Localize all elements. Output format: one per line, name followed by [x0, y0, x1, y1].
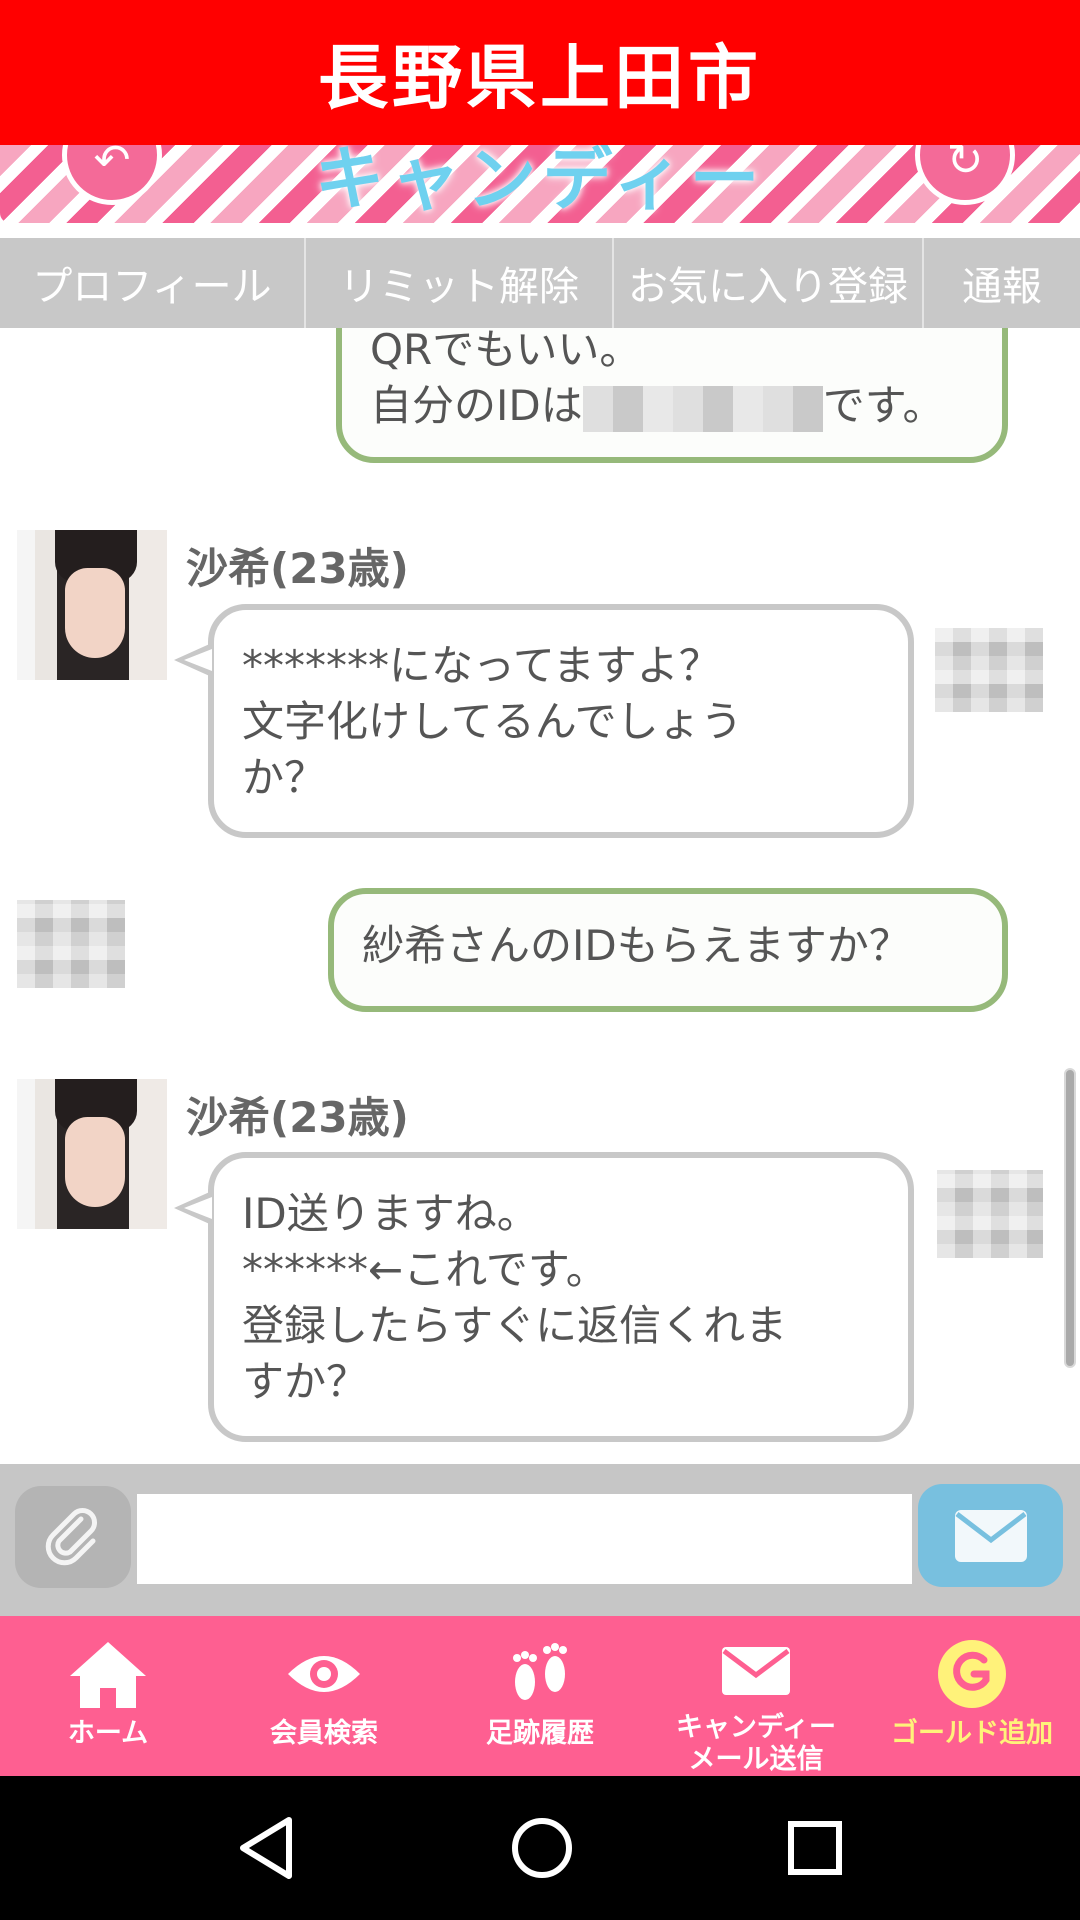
nav-member-search[interactable]: 会員検索 — [216, 1616, 432, 1776]
home-circle-icon[interactable] — [510, 1816, 574, 1880]
recents-square-icon[interactable] — [787, 1820, 843, 1876]
tab-favorite-label: お気に入り登録 — [628, 264, 908, 310]
location-title: 長野県上田市 — [318, 37, 762, 119]
message-line: ******←これです。 — [242, 1245, 608, 1294]
message-line: 登録したらすぐに返信くれま — [242, 1301, 788, 1350]
message-line: *******になってますよ？ — [242, 641, 721, 690]
tab-limit-release-label: リミット解除 — [339, 264, 579, 310]
message-bubble-sent: 紗希さんのIDもらえますか？ — [328, 888, 1008, 1012]
redacted-timestamp-mosaic — [935, 628, 1043, 712]
chat-scrollbar[interactable] — [1064, 1068, 1076, 1368]
redacted-timestamp-mosaic — [937, 1170, 1043, 1258]
system-nav-bar — [0, 1776, 1080, 1920]
message-line: 自分のIDは です。 — [370, 378, 974, 434]
footprints-icon — [513, 1643, 567, 1700]
nav-gold-add-label: ゴールド追加 — [891, 1718, 1053, 1749]
nav-candy-mail-label: キャンディー メール送信 — [675, 1712, 837, 1775]
attach-button[interactable] — [15, 1486, 131, 1588]
location-banner: 長野県上田市 — [0, 0, 1080, 145]
nav-home[interactable]: ホーム — [0, 1616, 216, 1776]
tab-report-label: 通報 — [962, 264, 1042, 310]
reload-icon: ↻ — [946, 145, 984, 186]
tab-favorite[interactable]: お気に入り登録 — [614, 238, 924, 328]
message-line: すか？ — [242, 1357, 369, 1406]
message-input[interactable] — [137, 1494, 912, 1584]
nav-member-search-label: 会員検索 — [270, 1718, 378, 1749]
redacted-id-mosaic — [582, 385, 823, 432]
message-bubble-received: ID送りますね。 ******←これです。 登録したらすぐに返信くれま すか？ — [174, 1152, 914, 1442]
avatar[interactable] — [17, 1079, 167, 1229]
message-input-bar — [0, 1464, 1080, 1616]
tab-profile-label: プロフィール — [32, 264, 272, 310]
chat-area[interactable]: QRでもいい。 自分のIDは です。 沙希(23歳) *******になってますよ… — [0, 328, 1080, 1464]
paperclip-icon — [45, 1508, 97, 1566]
message-text: です。 — [822, 381, 945, 430]
sender-name: 沙希(23歳) — [186, 544, 409, 593]
message-line: 文字化けしてるんでしょう — [242, 697, 743, 746]
message-bubble-received: *******になってますよ？ 文字化けしてるんでしょう か？ — [174, 604, 914, 838]
message-line: か？ — [242, 753, 327, 802]
nav-footprints[interactable]: 足跡履歴 — [432, 1616, 648, 1776]
action-tab-bar: プロフィール リミット解除 お気に入り登録 通報 — [0, 238, 1080, 328]
home-icon — [70, 1642, 146, 1708]
back-triangle-icon[interactable] — [237, 1816, 297, 1880]
sender-name: 沙希(23歳) — [186, 1093, 409, 1142]
redacted-timestamp-mosaic — [17, 900, 125, 988]
message-text: 自分のIDは — [370, 381, 583, 430]
nav-candy-mail[interactable]: キャンディー メール送信 — [648, 1616, 864, 1776]
bottom-nav: ホーム 会員検索 足跡履歴 キャンディー メール送信 ゴールド追加 — [0, 1616, 1080, 1776]
envelope-icon — [722, 1647, 790, 1695]
app-header: ↶ キャンディー ↻ — [0, 145, 1080, 223]
message-bubble-sent: QRでもいい。 自分のIDは です。 — [336, 328, 1008, 463]
tab-limit-release[interactable]: リミット解除 — [306, 238, 614, 328]
message-line: QRでもいい。 — [370, 328, 642, 374]
nav-home-label: ホーム — [67, 1718, 149, 1749]
envelope-icon — [954, 1509, 1027, 1562]
eye-icon — [288, 1656, 360, 1692]
gold-coin-icon — [938, 1640, 1006, 1708]
tab-report[interactable]: 通報 — [924, 238, 1080, 328]
message-line: ID送りますね。 — [242, 1189, 539, 1238]
nav-footprints-label: 足跡履歴 — [486, 1718, 594, 1749]
tab-profile[interactable]: プロフィール — [0, 238, 306, 328]
send-button[interactable] — [918, 1484, 1063, 1587]
message-line: 紗希さんのIDもらえますか？ — [362, 921, 911, 970]
nav-gold-add[interactable]: ゴールド追加 — [864, 1616, 1080, 1776]
avatar[interactable] — [17, 530, 167, 680]
